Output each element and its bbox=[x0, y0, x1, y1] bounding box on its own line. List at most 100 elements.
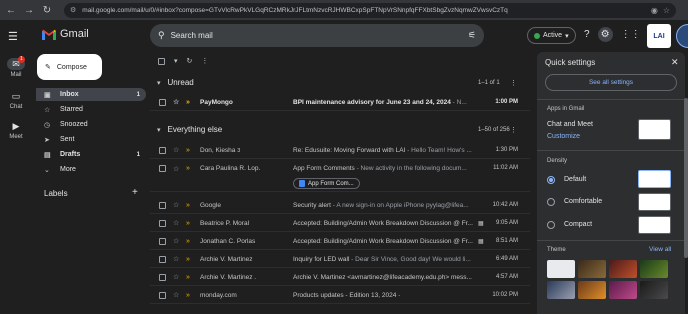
org-logo[interactable]: LAI bbox=[647, 24, 671, 48]
eye-icon[interactable]: ◉ bbox=[651, 6, 658, 15]
important-marker-icon[interactable]: » bbox=[186, 256, 190, 263]
star-icon[interactable]: ☆ bbox=[173, 146, 179, 154]
theme-thumbnail[interactable] bbox=[578, 260, 606, 278]
sidebar-item-starred[interactable]: ☆ Starred bbox=[36, 103, 146, 116]
table-row[interactable]: ☆ » Jonathan C. Porlas Accepted: Buildin… bbox=[150, 233, 530, 250]
sidebar-item-drafts[interactable]: ▤ Drafts 1 bbox=[36, 148, 146, 161]
density-default-thumbnail[interactable] bbox=[638, 170, 671, 188]
pencil-icon: ✎ bbox=[45, 64, 51, 71]
address-bar[interactable]: ⚙ mail.google.com/mail/u/0/#inbox?compos… bbox=[64, 2, 676, 18]
more-vert-icon[interactable]: ⋮ bbox=[510, 126, 517, 134]
compose-button[interactable]: ✎ Compose bbox=[37, 54, 102, 80]
theme-thumbnail[interactable] bbox=[609, 260, 637, 278]
star-icon[interactable]: ☆ bbox=[173, 273, 179, 281]
sidebar-item-snoozed[interactable]: ◷ Snoozed bbox=[36, 118, 146, 131]
row-checkbox[interactable] bbox=[159, 292, 166, 299]
table-row[interactable]: ☆ » Google Security alert - A new sign-i… bbox=[150, 197, 530, 214]
theme-thumbnail[interactable] bbox=[547, 281, 575, 299]
important-marker-icon[interactable]: » bbox=[186, 99, 190, 106]
rail-chat[interactable]: ▭ Chat bbox=[0, 90, 32, 110]
important-marker-icon[interactable]: » bbox=[186, 147, 190, 154]
star-icon[interactable]: ☆ bbox=[173, 255, 179, 263]
browser-toolbar: ← → ↻ ⚙ mail.google.com/mail/u/0/#inbox?… bbox=[0, 0, 688, 20]
density-default-radio[interactable] bbox=[547, 176, 555, 184]
site-info-icon[interactable]: ⚙ bbox=[70, 6, 76, 14]
star-icon[interactable]: ☆ bbox=[173, 201, 179, 209]
view-all-themes-link[interactable]: View all bbox=[649, 246, 671, 253]
search-options-icon[interactable]: ⚟ bbox=[468, 30, 476, 41]
sidebar-item-inbox[interactable]: ▣ Inbox 1 bbox=[36, 88, 146, 101]
star-icon[interactable]: ☆ bbox=[173, 219, 179, 227]
density-comfortable-thumbnail[interactable] bbox=[638, 193, 671, 211]
row-checkbox[interactable] bbox=[159, 256, 166, 263]
quick-settings-scrollbar[interactable] bbox=[684, 98, 688, 258]
row-checkbox[interactable] bbox=[159, 202, 166, 209]
refresh-icon[interactable]: ↻ bbox=[187, 57, 193, 65]
density-compact-thumbnail[interactable] bbox=[638, 216, 671, 234]
table-row[interactable]: ☆ » monday.com Products updates - Editio… bbox=[150, 287, 530, 304]
search-bar[interactable]: ⚲ Search mail ⚟ bbox=[150, 24, 484, 47]
table-row[interactable]: ☆ » PayMongo BPI maintenance advisory fo… bbox=[150, 94, 530, 111]
table-row[interactable]: ☆ » Archie V. Martinez Inquiry for LED w… bbox=[150, 251, 530, 268]
theme-thumbnail[interactable] bbox=[640, 260, 668, 278]
rail-mail[interactable]: ✉ 1 Mail bbox=[0, 56, 32, 78]
theme-thumbnail[interactable] bbox=[640, 281, 668, 299]
more-vert-icon[interactable]: ⋮ bbox=[510, 79, 517, 87]
section-unread[interactable]: ▾ Unread 1–1 of 1 ⋮ bbox=[150, 75, 530, 90]
close-icon[interactable]: ✕ bbox=[671, 57, 679, 68]
see-all-settings-button[interactable]: See all settings bbox=[545, 74, 677, 91]
star-icon[interactable]: ☆ bbox=[173, 98, 179, 106]
back-icon[interactable]: ← bbox=[4, 3, 18, 17]
select-dropdown-icon[interactable]: ▾ bbox=[174, 57, 178, 65]
important-marker-icon[interactable]: » bbox=[186, 292, 190, 299]
calendar-icon: ▦ bbox=[478, 238, 484, 245]
star-icon[interactable]: ☆ bbox=[173, 165, 179, 173]
row-checkbox[interactable] bbox=[159, 220, 166, 227]
theme-thumbnail[interactable] bbox=[578, 281, 606, 299]
apps-grid-icon[interactable]: ⋮⋮ bbox=[621, 29, 641, 42]
theme-thumbnail[interactable] bbox=[547, 260, 575, 278]
table-row[interactable]: ☆ » Cara Paulina R. Lop. App Form Commen… bbox=[150, 160, 530, 192]
select-all-checkbox[interactable] bbox=[158, 57, 165, 65]
important-marker-icon[interactable]: » bbox=[186, 165, 190, 172]
table-row[interactable]: ☆ » Archie V. Martinez . Archie V. Marti… bbox=[150, 269, 530, 286]
attachment-chip[interactable]: App Form Com... bbox=[293, 178, 360, 189]
quick-settings-title: Quick settings bbox=[545, 58, 596, 67]
status-selector[interactable]: Active ▾ bbox=[527, 27, 576, 44]
density-comfortable-radio[interactable] bbox=[547, 198, 555, 206]
important-marker-icon[interactable]: » bbox=[186, 202, 190, 209]
star-icon[interactable]: ☆ bbox=[173, 237, 179, 245]
important-marker-icon[interactable]: » bbox=[186, 220, 190, 227]
row-subject: Re: Edusuite: Moving Forward with LAI - … bbox=[293, 147, 475, 154]
row-checkbox[interactable] bbox=[159, 99, 166, 106]
sidebar-item-sent[interactable]: ➤ Sent bbox=[36, 133, 146, 146]
main-menu-icon[interactable]: ☰ bbox=[8, 30, 18, 43]
avatar[interactable] bbox=[676, 24, 688, 48]
row-checkbox[interactable] bbox=[159, 274, 166, 281]
section-everything-else[interactable]: ▾ Everything else 1–50 of 256 ⋮ bbox=[150, 122, 530, 137]
table-row[interactable]: ☆ » Don, Kiesha 3 Re: Edusuite: Moving F… bbox=[150, 142, 530, 159]
help-icon[interactable]: ? bbox=[584, 29, 590, 42]
settings-gear-icon[interactable]: ⚙ bbox=[597, 27, 613, 42]
density-compact-radio[interactable] bbox=[547, 221, 555, 229]
bookmark-star-icon[interactable]: ☆ bbox=[663, 6, 670, 15]
search-icon[interactable]: ⚲ bbox=[158, 30, 165, 41]
add-label-icon[interactable]: + bbox=[132, 187, 138, 198]
row-checkbox[interactable] bbox=[159, 238, 166, 245]
sidebar-item-more[interactable]: ⌄ More bbox=[36, 163, 146, 176]
table-row[interactable]: ☆ » Beatrice P. Moral Accepted: Building… bbox=[150, 215, 530, 232]
rail-meet[interactable]: ▶ Meet bbox=[0, 120, 32, 140]
important-marker-icon[interactable]: » bbox=[186, 274, 190, 281]
star-icon[interactable]: ☆ bbox=[173, 291, 179, 299]
customize-link[interactable]: Customize bbox=[547, 133, 580, 140]
search-input[interactable]: Search mail bbox=[171, 31, 468, 40]
important-marker-icon[interactable]: » bbox=[186, 238, 190, 245]
row-checkbox[interactable] bbox=[159, 165, 166, 172]
forward-icon[interactable]: → bbox=[22, 3, 36, 17]
row-sender: PayMongo bbox=[200, 98, 233, 106]
more-vert-icon[interactable]: ⋮ bbox=[201, 57, 208, 65]
gmail-logo[interactable]: Gmail bbox=[42, 28, 89, 40]
reload-icon[interactable]: ↻ bbox=[40, 3, 54, 17]
row-checkbox[interactable] bbox=[159, 147, 166, 154]
theme-thumbnail[interactable] bbox=[609, 281, 637, 299]
